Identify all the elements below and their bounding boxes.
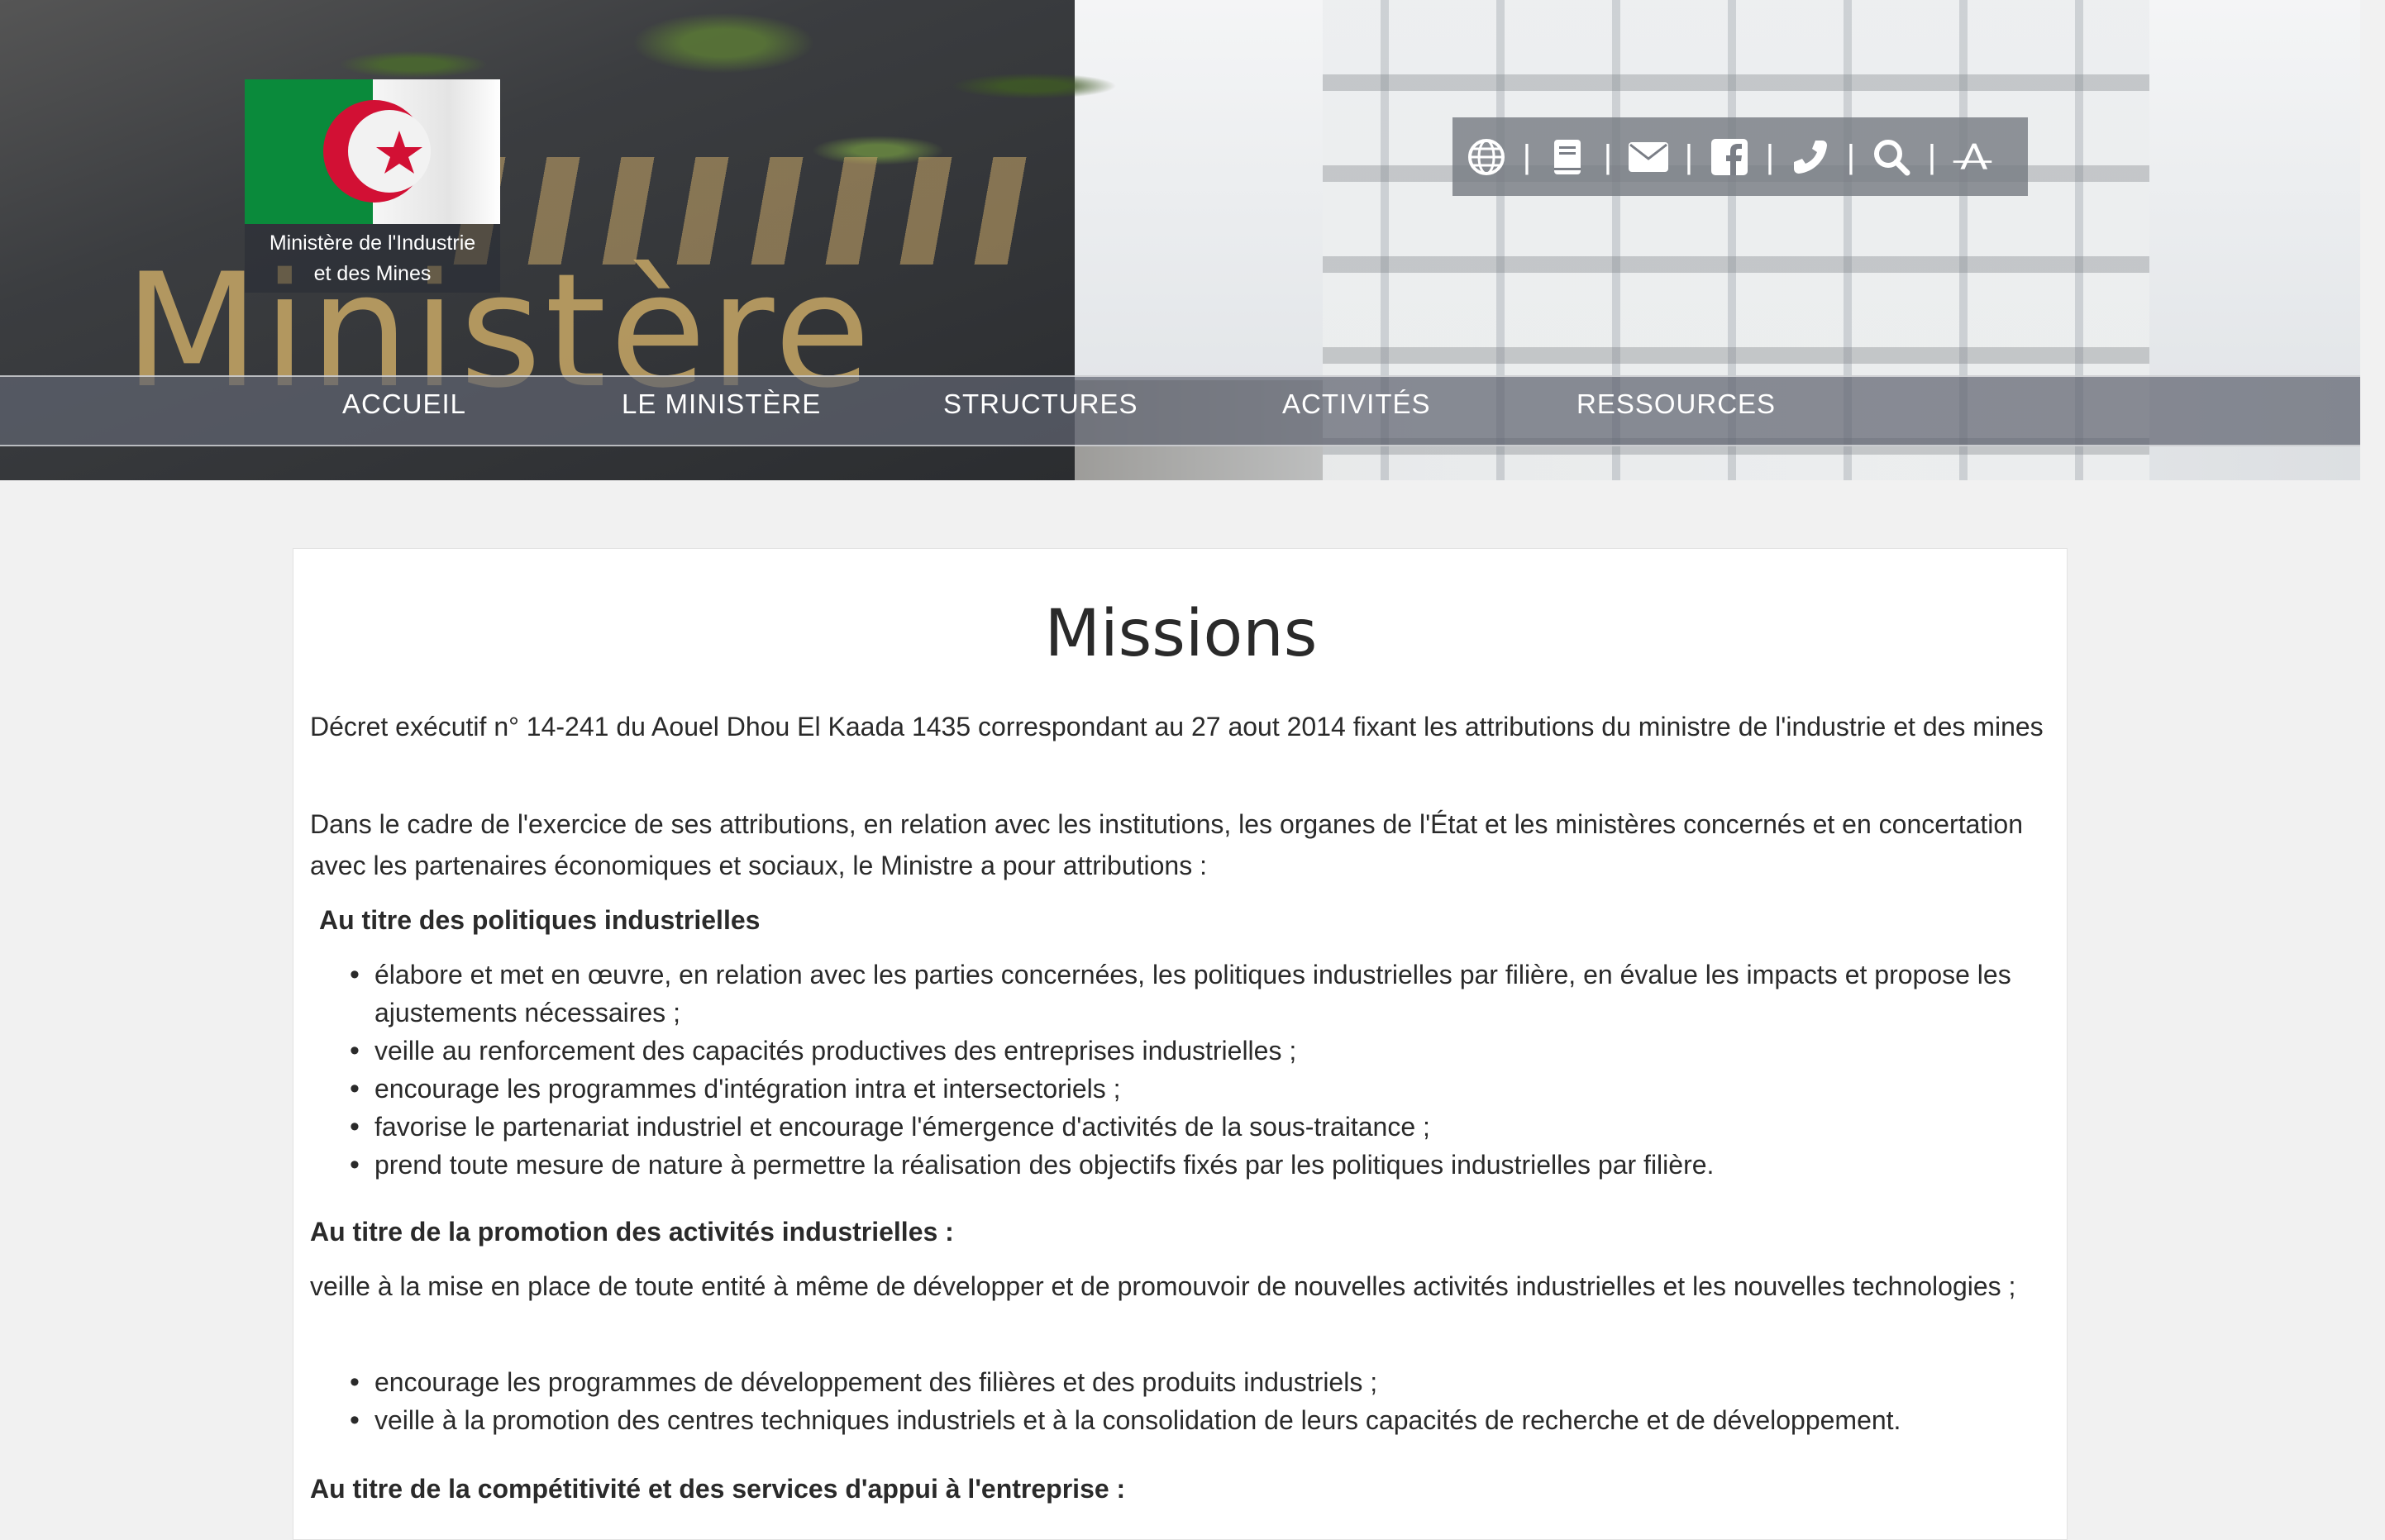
phone-icon[interactable]: [1790, 136, 1831, 178]
promotion-paragraph: veille à la mise en place de toute entit…: [310, 1271, 2016, 1301]
main-nav: ACCUEIL LE MINISTÈRE STRUCTURES ACTIVITÉ…: [0, 375, 2360, 446]
intro-paragraph: Dans le cadre de l'exercice de ses attri…: [310, 809, 2023, 880]
envelope-icon[interactable]: [1628, 136, 1669, 178]
decree-paragraph: Décret exécutif n° 14-241 du Aouel Dhou …: [310, 712, 2044, 741]
list-item: veille à la promotion des centres techni…: [310, 1401, 2054, 1439]
section-heading-promotion: Au titre de la promotion des activités i…: [310, 1217, 954, 1247]
list-item: encourage les programmes de développemen…: [310, 1363, 2054, 1401]
content-card: Missions Décret exécutif n° 14-241 du Ao…: [293, 548, 2068, 1540]
list-item: encourage les programmes d'intégration i…: [310, 1070, 2054, 1108]
font-size-icon[interactable]: [1952, 136, 1993, 178]
nav-item-activites[interactable]: ACTIVITÉS: [1282, 389, 1431, 420]
nav-item-ressources[interactable]: RESSOURCES: [1576, 389, 1776, 420]
header-icon-bar: | | | | | |: [1452, 117, 2028, 196]
page-title: Missions: [1044, 597, 1318, 671]
facebook-icon[interactable]: [1709, 136, 1750, 178]
section-heading-politiques: Au titre des politiques industrielles: [319, 905, 761, 935]
icon-separator: |: [1684, 138, 1694, 175]
icon-separator: |: [1522, 138, 1532, 175]
logo-caption-line1: Ministère de l'Industrie: [269, 231, 476, 255]
list-item: prend toute mesure de nature à permettre…: [310, 1146, 2054, 1184]
algeria-flag: [245, 79, 500, 224]
book-icon[interactable]: [1547, 136, 1588, 178]
list-item: élabore et met en œuvre, en relation ave…: [310, 956, 2054, 1032]
logo-caption: Ministère de l'Industrie et des Mines: [245, 228, 500, 289]
icon-separator: |: [1846, 138, 1856, 175]
header-banner: Ministère Ministère de l'Industrie et de…: [0, 0, 2360, 480]
list-politiques: élabore et met en œuvre, en relation ave…: [310, 956, 2054, 1184]
ministry-logo[interactable]: Ministère de l'Industrie et des Mines: [245, 79, 500, 293]
list-promotion: encourage les programmes de développemen…: [310, 1363, 2054, 1439]
nav-item-le-ministere[interactable]: LE MINISTÈRE: [622, 389, 821, 420]
icon-separator: |: [1603, 138, 1613, 175]
logo-caption-line2: et des Mines: [313, 262, 432, 285]
list-item: veille au renforcement des capacités pro…: [310, 1032, 2054, 1070]
icon-separator: |: [1927, 138, 1937, 175]
nav-item-accueil[interactable]: ACCUEIL: [342, 389, 466, 420]
list-item: favorise le partenariat industriel et en…: [310, 1108, 2054, 1146]
globe-icon[interactable]: [1466, 136, 1507, 178]
icon-separator: |: [1765, 138, 1775, 175]
nav-item-structures[interactable]: STRUCTURES: [943, 389, 1138, 420]
search-icon[interactable]: [1871, 136, 1912, 178]
section-heading-competitivite: Au titre de la compétitivité et des serv…: [310, 1474, 1126, 1504]
